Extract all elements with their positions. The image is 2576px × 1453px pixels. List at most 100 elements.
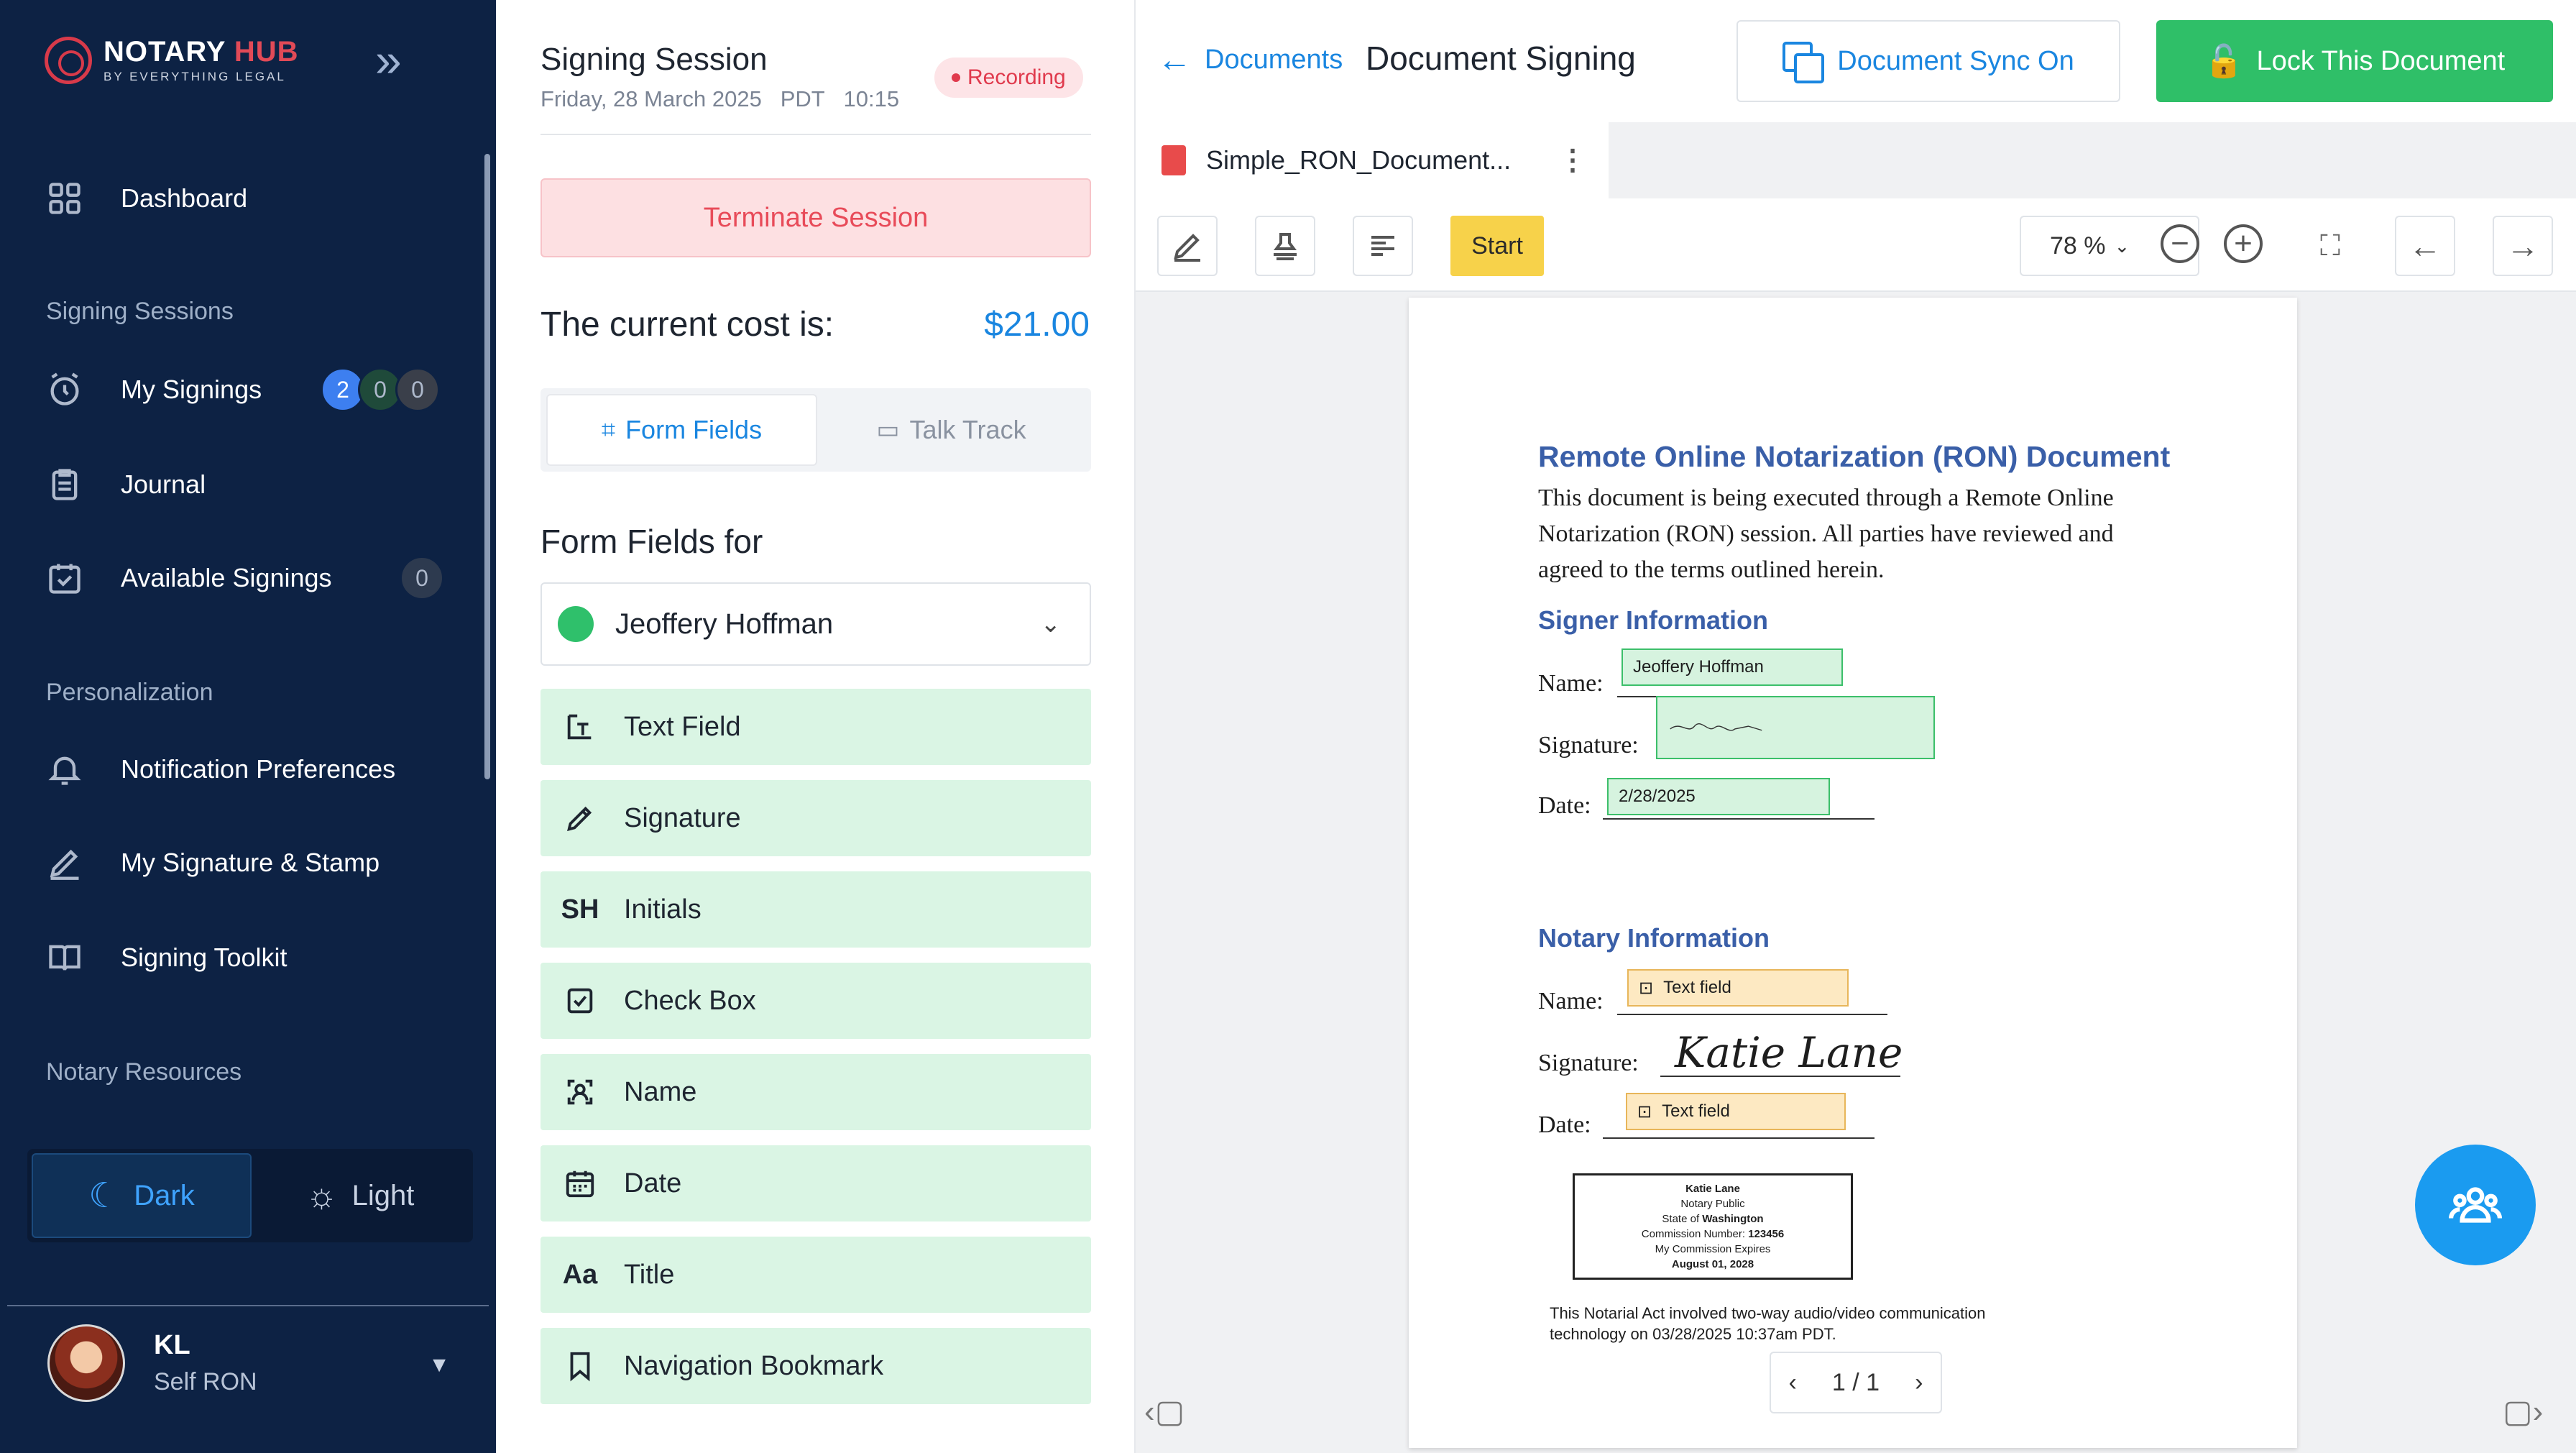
signer-signature-label: Signature: (1538, 732, 1639, 758)
signer-date-field[interactable]: 2/28/2025 (1607, 778, 1830, 815)
clipboard-icon (45, 464, 85, 505)
sidebar-item-label: Available Signings (121, 563, 332, 592)
theme-light-option[interactable]: ☼ Light (252, 1153, 469, 1238)
collapse-left-panel-icon[interactable]: ‹▢ (1144, 1393, 1184, 1430)
bookmark-icon (562, 1348, 598, 1384)
cost-value: $21.00 (984, 306, 1090, 344)
caret-down-icon[interactable]: ▼ (428, 1353, 450, 1378)
chevron-left-icon[interactable]: ‹ (1789, 1369, 1797, 1397)
start-button[interactable]: Start (1450, 216, 1544, 276)
field-title[interactable]: Aa Title (540, 1237, 1091, 1313)
chat-icon: ▭ (876, 416, 900, 444)
fullscreen-icon[interactable]: ⛶ (2300, 216, 2360, 276)
available-count-badge: 0 (400, 556, 444, 600)
signer-information-heading: Signer Information (1538, 605, 1769, 635)
notary-name-label: Name: (1538, 988, 1604, 1014)
sidebar-item-available-signings[interactable]: Available Signings (45, 549, 447, 607)
signer-name-label: Name: (1538, 670, 1604, 697)
divider (7, 1305, 489, 1306)
sidebar-item-dashboard[interactable]: Dashboard (45, 170, 447, 227)
signature-scribble-icon (1670, 723, 1762, 731)
session-title: Signing Session (540, 42, 768, 77)
signer-select[interactable]: Jeoffery Hoffman ⌄ (540, 582, 1091, 666)
grid-icon (45, 178, 85, 219)
notary-date-label: Date: (1538, 1111, 1591, 1138)
chevron-right-icon[interactable]: › (1915, 1369, 1923, 1397)
document-page: Remote Online Notarization (RON) Documen… (1409, 298, 2297, 1448)
signer-name-field[interactable]: Jeoffery Hoffman (1622, 648, 1843, 686)
field-initials[interactable]: SH Initials (540, 871, 1091, 948)
sidebar-item-notification-preferences[interactable]: Notification Preferences (45, 741, 447, 798)
sidebar-item-label: My Signings (121, 375, 262, 404)
tab-talk-track[interactable]: ▭ Talk Track (817, 394, 1085, 466)
brand-name-accent: HUB (234, 36, 299, 68)
collapse-right-panel-icon[interactable]: ▢› (2503, 1393, 2543, 1430)
badge-available: 0 (400, 556, 444, 600)
page-title: Document Signing (1366, 40, 1636, 77)
zoom-out-button[interactable]: − (2161, 224, 2199, 263)
form-fields-heading: Form Fields for (540, 523, 763, 560)
checkbox-icon (562, 983, 598, 1019)
sidebar-item-my-signature-stamp[interactable]: My Signature & Stamp (45, 834, 447, 891)
signature-pen-icon (562, 800, 598, 836)
logo-icon (45, 36, 92, 84)
page-navigator: ‹ 1 / 1 › (1770, 1352, 1942, 1413)
notary-date-field[interactable]: ⊡ Text field (1626, 1093, 1846, 1130)
previous-page-button[interactable]: ← (2395, 216, 2455, 276)
stamp-tool-button[interactable] (1255, 216, 1315, 276)
participants-button[interactable] (2415, 1145, 2536, 1265)
brand-tagline: BY EVERYTHING LEGAL (104, 70, 286, 83)
signer-name: Jeoffery Hoffman (615, 608, 834, 640)
sidebar-item-signing-toolkit[interactable]: Signing Toolkit (45, 929, 447, 986)
notarial-act-statement: This Notarial Act involved two-way audio… (1550, 1304, 1986, 1343)
notary-name-field[interactable]: ⊡ Text field (1627, 969, 1849, 1007)
page-indicator: 1 / 1 (1831, 1368, 1880, 1396)
notary-stamp: Katie Lane Notary Public State of Washin… (1573, 1173, 1853, 1280)
file-tab[interactable]: Simple_RON_Document... ⋮ (1136, 122, 1609, 198)
unlock-icon: 🔓 (2204, 44, 2244, 79)
chevron-down-icon: ⌄ (1040, 610, 1062, 638)
notary-signature-label: Signature: (1538, 1050, 1639, 1076)
section-label-resources[interactable]: Notary Resources (46, 1058, 242, 1086)
sync-copy-icon (1782, 42, 1825, 83)
recording-badge: Recording (934, 58, 1083, 98)
text-align-tool-button[interactable] (1353, 216, 1413, 276)
theme-toggle: ☾ Dark ☼ Light (27, 1149, 473, 1242)
field-check-box[interactable]: Check Box (540, 963, 1091, 1039)
field-date[interactable]: Date (540, 1145, 1091, 1221)
field-navigation-bookmark[interactable]: Navigation Bookmark (540, 1328, 1091, 1404)
signer-signature-field[interactable] (1656, 696, 1935, 759)
tab-form-fields[interactable]: ⌗ Form Fields (546, 394, 817, 466)
theme-dark-option[interactable]: ☾ Dark (32, 1153, 252, 1238)
lock-document-button[interactable]: 🔓 Lock This Document (2156, 20, 2553, 102)
arrow-left-icon: ← (1157, 41, 1192, 79)
user-initials: KL (154, 1330, 190, 1360)
back-to-documents-link[interactable]: ← Documents (1157, 40, 1343, 80)
chevron-down-icon: ⌄ (2114, 234, 2130, 257)
participants-icon (2449, 1187, 2502, 1223)
zoom-in-button[interactable]: + (2224, 224, 2263, 263)
next-page-button[interactable]: → (2493, 216, 2553, 276)
user-role: Self RON (154, 1368, 257, 1395)
collapse-sidebar-icon[interactable]: » (375, 36, 418, 86)
book-icon (45, 938, 85, 978)
viewer-header: ← Documents Document Signing Document Sy… (1136, 0, 2576, 122)
signer-date-label: Date: (1538, 792, 1591, 819)
field-name[interactable]: Name (540, 1054, 1091, 1130)
text-field-icon (562, 709, 598, 745)
sidebar-item-journal[interactable]: Journal (45, 456, 447, 513)
field-signature[interactable]: Signature (540, 780, 1091, 856)
section-label-personalization: Personalization (46, 679, 213, 706)
cost-label: The current cost is: (540, 306, 834, 344)
viewer-toolbar: Start 78 % ⌄ − + ⛶ ← → (1136, 198, 2576, 292)
document-sync-button[interactable]: Document Sync On (1736, 20, 2120, 102)
user-menu[interactable]: KL Self RON ▼ (47, 1324, 450, 1402)
brand-logo[interactable]: NOTARY HUB BY EVERYTHING LEGAL (45, 36, 299, 84)
field-text-field[interactable]: Text Field (540, 689, 1091, 765)
sidebar-scrollbar[interactable] (484, 154, 490, 779)
sidebar-item-label: My Signature & Stamp (121, 848, 380, 877)
terminate-session-button[interactable]: Terminate Session (540, 178, 1091, 257)
sidebar-item-label: Notification Preferences (121, 754, 396, 784)
annotate-tool-button[interactable] (1157, 216, 1218, 276)
more-options-icon[interactable]: ⋮ (1558, 144, 1587, 177)
